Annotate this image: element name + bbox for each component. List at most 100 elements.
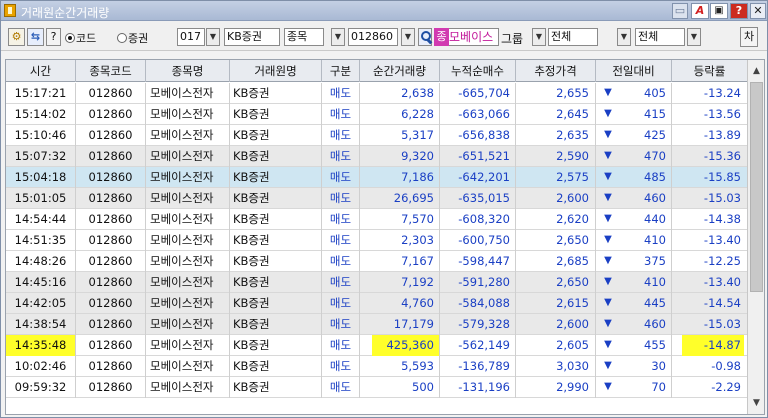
cell-stock-name: 모베이스전자 <box>146 167 230 188</box>
cell-change: 375 <box>620 251 672 272</box>
scroll-down-icon[interactable]: ▼ <box>748 395 764 412</box>
cell-time: 14:38:54 <box>6 314 76 335</box>
cell-est-price: 2,605 <box>516 335 596 356</box>
cell-side: 매도 <box>322 251 360 272</box>
group-dropdown-icon[interactable]: ▼ <box>532 28 546 46</box>
radio-code-label: 코드 <box>76 32 97 45</box>
table-row[interactable]: 14:42:05 012860 모베이스전자 KB증권 매도 4,760 -584,088 2… <box>6 293 747 314</box>
table-row[interactable]: 15:04:18 012860 모베이스전자 KB증권 매도 7,186 -642,201 2… <box>6 167 747 188</box>
cell-side: 매도 <box>322 230 360 251</box>
cell-side: 매도 <box>322 83 360 104</box>
col-header-diff[interactable]: 전일대비 <box>596 60 672 82</box>
table-row[interactable]: 15:07:32 012860 모베이스전자 KB증권 매도 9,320 -651,521 2… <box>6 146 747 167</box>
cell-broker: KB증권 <box>230 314 322 335</box>
col-header-net[interactable]: 순간거래량 <box>360 60 440 82</box>
cell-change-rate: -15.03 <box>703 317 741 331</box>
cell-change-rate: -14.87 <box>703 338 741 352</box>
cell-stock-name: 모베이스전자 <box>146 230 230 251</box>
print-icon[interactable]: ▣ <box>710 3 728 19</box>
down-arrow-icon: ▼ <box>604 255 612 266</box>
radio-broker-indicator[interactable] <box>117 33 127 43</box>
radio-broker[interactable]: 증권 <box>117 30 148 46</box>
filter1-select[interactable]: 전체 <box>548 28 598 46</box>
cell-side: 매도 <box>322 335 360 356</box>
radio-code-indicator[interactable] <box>65 33 75 43</box>
close-button[interactable]: ✕ <box>750 3 766 19</box>
table-row[interactable]: 09:59:32 012860 모베이스전자 KB증권 매도 500 -131,196 2,9… <box>6 377 747 398</box>
broker-code-input[interactable]: 017 <box>177 28 205 46</box>
cell-side: 매도 <box>322 314 360 335</box>
cell-stock-name: 모베이스전자 <box>146 335 230 356</box>
cell-time: 10:02:46 <box>6 356 76 377</box>
cell-stock-name: 모베이스전자 <box>146 251 230 272</box>
scroll-up-icon[interactable]: ▲ <box>748 63 764 80</box>
settings-gear-icon[interactable]: ⚙ <box>8 28 25 46</box>
toolbar-help-button[interactable]: ? <box>46 28 61 46</box>
cell-change: 445 <box>620 293 672 314</box>
cell-change-rate: -15.03 <box>703 191 741 205</box>
table-row[interactable]: 14:35:48 012860 모베이스전자 KB증권 매도 425,360 -562,14… <box>6 335 747 356</box>
filter2-select[interactable]: 전체 <box>635 28 685 46</box>
table-row[interactable]: 15:01:05 012860 모베이스전자 KB증권 매도 26,695 -635,015… <box>6 188 747 209</box>
item-dropdown-icon[interactable]: ▼ <box>331 28 345 46</box>
col-header-price[interactable]: 추정가격 <box>516 60 596 82</box>
col-header-side[interactable]: 구분 <box>322 60 360 82</box>
table-row[interactable]: 15:10:46 012860 모베이스전자 KB증권 매도 5,317 -656,838 2… <box>6 125 747 146</box>
broker-code-dropdown-icon[interactable]: ▼ <box>206 28 220 46</box>
scroll-thumb[interactable] <box>750 82 763 292</box>
cell-change-rate: -13.56 <box>703 107 741 121</box>
cell-code: 012860 <box>76 188 146 209</box>
cell-cumulative-net: -651,521 <box>440 146 516 167</box>
vertical-scrollbar[interactable]: ▲ ▼ <box>747 60 764 414</box>
cell-cumulative-net: -584,088 <box>440 293 516 314</box>
cell-change-rate: -12.25 <box>703 254 741 268</box>
cell-est-price: 2,620 <box>516 209 596 230</box>
help-button[interactable]: ? <box>730 3 748 19</box>
col-header-broker[interactable]: 거래원명 <box>230 60 322 82</box>
cell-change-rate: -13.89 <box>703 128 741 142</box>
font-size-button[interactable]: A <box>691 3 709 19</box>
col-header-code[interactable]: 종목코드 <box>76 60 146 82</box>
cell-stock-name: 모베이스전자 <box>146 125 230 146</box>
table-row[interactable]: 15:17:21 012860 모베이스전자 KB증권 매도 2,638 -665,704 2… <box>6 83 747 104</box>
col-header-time[interactable]: 시간 <box>6 60 76 82</box>
cell-change-rate: -13.40 <box>703 233 741 247</box>
col-header-cum[interactable]: 누적순매수 <box>440 60 516 82</box>
stock-code-dropdown-icon[interactable]: ▼ <box>401 28 415 46</box>
filter1-dropdown-icon[interactable]: ▼ <box>617 28 631 46</box>
down-arrow-icon: ▼ <box>604 276 612 287</box>
cell-broker: KB증권 <box>230 209 322 230</box>
search-icon[interactable] <box>418 28 432 46</box>
cell-time: 14:54:44 <box>6 209 76 230</box>
cell-code: 012860 <box>76 293 146 314</box>
cell-time: 15:17:21 <box>6 83 76 104</box>
cell-code: 012860 <box>76 272 146 293</box>
window-app-icon <box>4 4 16 17</box>
cell-time: 15:14:02 <box>6 104 76 125</box>
filter2-dropdown-icon[interactable]: ▼ <box>687 28 701 46</box>
table-row[interactable]: 14:54:44 012860 모베이스전자 KB증권 매도 7,570 -608,320 2… <box>6 209 747 230</box>
cell-code: 012860 <box>76 335 146 356</box>
down-arrow-icon: ▼ <box>604 339 612 350</box>
table-header: 시간 종목코드 종목명 거래원명 구분 순간거래량 누적순매수 추정가격 전일대… <box>6 60 747 82</box>
table-row[interactable]: 14:45:16 012860 모베이스전자 KB증권 매도 7,192 -591,280 2… <box>6 272 747 293</box>
col-header-rate[interactable]: 등락률 <box>672 60 747 82</box>
broker-name-input[interactable]: KB증권 <box>224 28 280 46</box>
cell-change: 410 <box>620 272 672 293</box>
minimize-layout-icon[interactable]: ▭ <box>672 3 688 19</box>
table-row[interactable]: 14:48:26 012860 모베이스전자 KB증권 매도 7,167 -598,447 2… <box>6 251 747 272</box>
col-header-name[interactable]: 종목명 <box>146 60 230 82</box>
cell-time: 09:59:32 <box>6 377 76 398</box>
radio-code[interactable]: 코드 <box>65 30 96 46</box>
cell-net-volume: 5,317 <box>360 125 440 146</box>
table-row[interactable]: 14:51:35 012860 모베이스전자 KB증권 매도 2,303 -600,750 2… <box>6 230 747 251</box>
cell-broker: KB증권 <box>230 377 322 398</box>
table-row[interactable]: 15:14:02 012860 모베이스전자 KB증권 매도 6,228 -663,066 2… <box>6 104 747 125</box>
table-row[interactable]: 14:38:54 012860 모베이스전자 KB증권 매도 17,179 -579,328… <box>6 314 747 335</box>
down-arrow-icon: ▼ <box>604 150 612 161</box>
stock-code-input[interactable]: 012860 <box>348 28 398 46</box>
cell-broker: KB증권 <box>230 104 322 125</box>
swap-icon[interactable]: ⇆ <box>27 28 44 46</box>
chart-button[interactable]: 차 <box>740 27 758 47</box>
table-row[interactable]: 10:02:46 012860 모베이스전자 KB증권 매도 5,593 -136,789 3… <box>6 356 747 377</box>
